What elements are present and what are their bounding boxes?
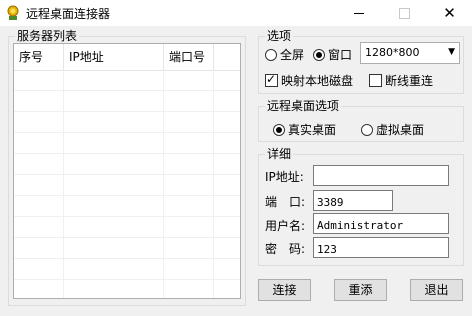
username-input[interactable]: [313, 213, 449, 234]
app-icon: [7, 5, 19, 20]
server-list-header: 序号 IP地址 端口号: [14, 44, 240, 71]
desktop-options-label: 远程桌面选项: [267, 99, 340, 113]
virtual-desktop-radio[interactable]: 虚拟桌面: [361, 121, 424, 138]
fullscreen-label: 全屏: [280, 48, 305, 62]
fullscreen-radio[interactable]: 全屏: [265, 46, 304, 63]
title-bar: 远程桌面连接器 ✕: [0, 0, 472, 26]
map-disk-checkbox[interactable]: 映射本地磁盘: [265, 72, 353, 89]
password-input[interactable]: [313, 237, 449, 258]
server-list[interactable]: 序号 IP地址 端口号: [13, 43, 241, 299]
map-disk-check-box[interactable]: [265, 72, 278, 87]
window-radio[interactable]: 窗口: [313, 46, 352, 63]
add-button[interactable]: 重添: [334, 279, 387, 301]
details-label: 详细: [267, 147, 292, 161]
server-list-label: 服务器列表: [17, 29, 78, 43]
virtual-desktop-label: 虚拟桌面: [376, 123, 425, 137]
password-label: 密 码:: [265, 242, 306, 256]
reconnect-checkbox[interactable]: 断线重连: [369, 72, 433, 89]
column-header-port[interactable]: 端口号: [164, 44, 214, 70]
port-input[interactable]: [313, 190, 393, 211]
chevron-down-icon[interactable]: ▼: [448, 47, 455, 57]
port-label: 端 口:: [265, 195, 306, 209]
fullscreen-radio-circle[interactable]: [265, 48, 277, 61]
maximize-icon[interactable]: [382, 0, 427, 26]
window-title: 远程桌面连接器: [26, 7, 111, 21]
real-desktop-label: 真实桌面: [288, 123, 337, 137]
reconnect-label: 断线重连: [385, 74, 434, 88]
window-radio-circle[interactable]: [313, 48, 325, 61]
options-label: 选项: [267, 29, 292, 43]
real-desktop-radio-circle[interactable]: [273, 123, 285, 136]
resolution-select[interactable]: 1280*800 ▼: [360, 42, 460, 64]
username-label: 用户名:: [265, 219, 306, 233]
close-icon[interactable]: ✕: [427, 0, 472, 26]
ip-label: IP地址:: [265, 170, 304, 184]
server-list-body: [14, 70, 240, 298]
resolution-value: 1280*800: [365, 46, 420, 59]
column-header-ip[interactable]: IP地址: [64, 44, 164, 70]
column-header-index[interactable]: 序号: [14, 44, 64, 70]
map-disk-label: 映射本地磁盘: [281, 74, 354, 88]
exit-button[interactable]: 退出: [410, 279, 463, 301]
reconnect-check-box[interactable]: [369, 74, 382, 87]
window-label: 窗口: [328, 48, 353, 62]
minimize-icon[interactable]: [337, 0, 382, 26]
connect-button[interactable]: 连接: [258, 279, 311, 301]
virtual-desktop-radio-circle[interactable]: [361, 123, 373, 136]
ip-input[interactable]: [313, 165, 449, 186]
real-desktop-radio[interactable]: 真实桌面: [273, 121, 336, 138]
